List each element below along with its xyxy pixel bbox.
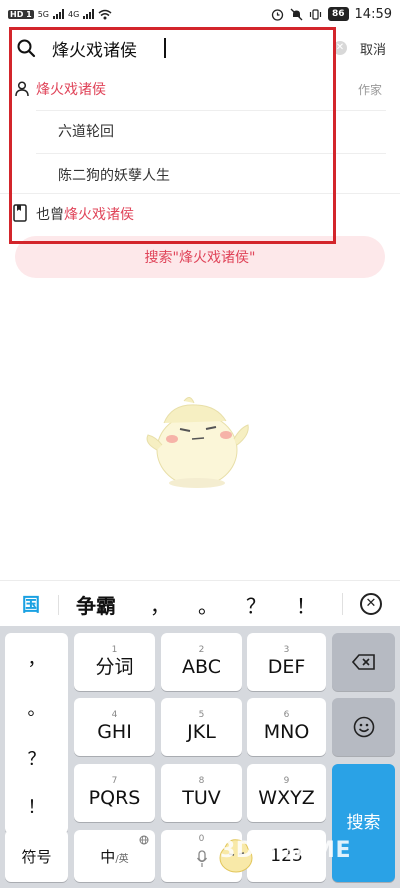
candidate-punct[interactable]: ，: [150, 590, 170, 619]
author-tag: 作家: [358, 83, 383, 97]
key-9[interactable]: 9 WXYZ: [247, 764, 326, 822]
status-bar: HD 1 5G 4G 86 14:59: [0, 0, 400, 28]
suggestion-author[interactable]: 烽火戏诸侯 作家: [0, 76, 400, 102]
key-number: 3: [283, 645, 290, 655]
signal1-icon: [52, 9, 64, 19]
emoji-icon: [353, 716, 374, 738]
backspace-key[interactable]: [332, 633, 395, 691]
key-label: GHI: [97, 721, 132, 743]
key-number: 8: [198, 776, 205, 786]
key-label: 符号: [21, 847, 52, 866]
suggestion-book[interactable]: 六道轮回: [0, 118, 400, 144]
cancel-button[interactable]: 取消: [360, 39, 386, 58]
key-number: 6: [283, 710, 290, 720]
lang-primary: 中: [100, 847, 116, 866]
key-number: 9: [283, 776, 290, 786]
key-4[interactable]: 4 GHI: [74, 698, 155, 756]
key-number: 5: [198, 710, 205, 720]
key-label: TUV: [182, 787, 221, 809]
divider: [36, 110, 386, 111]
suggestion-book[interactable]: 陈二狗的妖孽人生: [0, 162, 400, 188]
key-label: MNO: [263, 721, 310, 743]
suggestion-highlight: 烽火戏诸侯: [64, 207, 134, 223]
keyboard-logo[interactable]: 国: [22, 591, 40, 617]
person-icon: [15, 81, 29, 97]
key-7[interactable]: 7 PQRS: [74, 764, 155, 822]
language-toggle-key[interactable]: 中/英: [74, 830, 155, 882]
key-number: 4: [111, 710, 118, 720]
battery-indicator: 86: [328, 7, 349, 21]
alarm-icon: [271, 8, 284, 21]
punctuation-column[interactable]: ， 。 ？ ！: [5, 633, 68, 834]
keyboard-candidate-bar: 国 争霸 ， 。 ？ ！ ✕: [0, 580, 400, 626]
clear-icon[interactable]: ✕: [333, 41, 347, 55]
globe-icon: [139, 835, 149, 845]
key-label: DEF: [267, 656, 306, 678]
key-8[interactable]: 8 TUV: [161, 764, 242, 822]
wifi-icon: [98, 9, 112, 19]
search-input[interactable]: [52, 34, 322, 62]
key-number: 0: [198, 834, 205, 844]
search-all-button[interactable]: 搜索"烽火戏诸侯": [15, 236, 385, 278]
mascot-illustration: [146, 397, 249, 488]
watermark: 3DMGAME: [220, 838, 351, 863]
search-bar: ✕ 取消: [0, 30, 400, 66]
network2-label: 4G: [67, 9, 80, 19]
divider: [36, 153, 386, 154]
key-label: PQRS: [88, 787, 141, 809]
search-key[interactable]: 搜索: [332, 764, 395, 882]
candidate-word[interactable]: 争霸: [76, 590, 116, 619]
suggestion-label: 也曾烽火戏诸侯: [36, 204, 134, 224]
suggestion-label: 六道轮回: [58, 124, 114, 140]
symbols-key[interactable]: 符号: [5, 830, 68, 882]
key-label: 搜索: [346, 813, 381, 833]
key-label: 中/英: [100, 846, 128, 867]
punct-key[interactable]: ！: [5, 793, 68, 819]
key-5[interactable]: 5 JKL: [161, 698, 242, 756]
divider: [342, 593, 343, 615]
suggestion-prefix: 也曾: [36, 207, 64, 223]
punct-key[interactable]: 。: [5, 695, 68, 721]
emoji-key[interactable]: [332, 698, 395, 756]
key-label: 分词: [95, 656, 134, 678]
sim1-badge: HD 1: [8, 9, 34, 19]
key-3[interactable]: 3 DEF: [247, 633, 326, 691]
suggestion-label: 烽火戏诸侯: [36, 82, 106, 98]
mute-icon: [290, 8, 303, 20]
key-label: JKL: [187, 721, 216, 743]
key-2[interactable]: 2 ABC: [161, 633, 242, 691]
key-1[interactable]: 1 分词: [74, 633, 155, 691]
candidate-punct[interactable]: 。: [198, 590, 218, 619]
backspace-icon: [351, 654, 375, 670]
divider: [0, 193, 400, 194]
close-keyboard-icon[interactable]: ✕: [360, 593, 382, 615]
key-label: WXYZ: [258, 787, 315, 809]
suggestion-alias[interactable]: 也曾烽火戏诸侯: [0, 201, 400, 227]
punct-key[interactable]: ，: [5, 645, 68, 671]
vibrate-icon: [309, 8, 322, 20]
punct-key[interactable]: ？: [5, 745, 68, 771]
microphone-icon: [196, 850, 207, 867]
key-6[interactable]: 6 MNO: [247, 698, 326, 756]
suggestion-label: 陈二狗的妖孽人生: [58, 168, 170, 184]
key-number: 2: [198, 645, 205, 655]
book-icon: [13, 204, 27, 222]
signal2-icon: [83, 9, 95, 19]
search-icon: [17, 39, 36, 58]
key-label: ABC: [182, 656, 221, 678]
network1-label: 5G: [37, 9, 49, 19]
clock: 14:59: [354, 6, 392, 22]
candidate-punct[interactable]: ？: [246, 590, 266, 619]
candidate-punct[interactable]: ！: [296, 590, 316, 619]
text-caret: [164, 38, 166, 58]
key-number: 1: [111, 645, 118, 655]
key-number: 7: [111, 776, 118, 786]
divider: [58, 595, 59, 615]
lang-alt: /英: [115, 853, 129, 865]
